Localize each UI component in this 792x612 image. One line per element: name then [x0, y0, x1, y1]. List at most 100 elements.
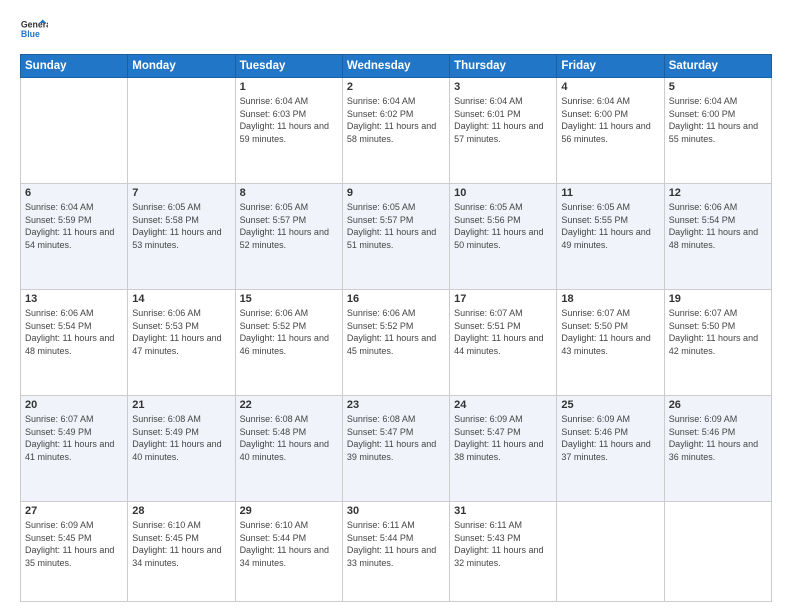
- calendar-cell: 25 Sunrise: 6:09 AMSunset: 5:46 PMDayligh…: [557, 396, 664, 502]
- calendar-cell: 12 Sunrise: 6:06 AMSunset: 5:54 PMDayligh…: [664, 184, 771, 290]
- day-number: 1: [240, 81, 338, 93]
- calendar-cell: 6 Sunrise: 6:04 AMSunset: 5:59 PMDaylight…: [21, 184, 128, 290]
- day-number: 11: [561, 187, 659, 199]
- day-number: 9: [347, 187, 445, 199]
- calendar-cell: 16 Sunrise: 6:06 AMSunset: 5:52 PMDayligh…: [342, 290, 449, 396]
- calendar-cell: 28 Sunrise: 6:10 AMSunset: 5:45 PMDayligh…: [128, 502, 235, 602]
- day-number: 21: [132, 399, 230, 411]
- svg-text:Blue: Blue: [21, 29, 40, 39]
- day-number: 10: [454, 187, 552, 199]
- day-number: 5: [669, 81, 767, 93]
- calendar-cell: 17 Sunrise: 6:07 AMSunset: 5:51 PMDayligh…: [450, 290, 557, 396]
- day-info: Sunrise: 6:04 AMSunset: 6:02 PMDaylight:…: [347, 95, 445, 145]
- day-number: 8: [240, 187, 338, 199]
- day-info: Sunrise: 6:05 AMSunset: 5:55 PMDaylight:…: [561, 201, 659, 251]
- calendar-cell: 30 Sunrise: 6:11 AMSunset: 5:44 PMDayligh…: [342, 502, 449, 602]
- calendar-cell: 11 Sunrise: 6:05 AMSunset: 5:55 PMDayligh…: [557, 184, 664, 290]
- week-row-3: 13 Sunrise: 6:06 AMSunset: 5:54 PMDayligh…: [21, 290, 772, 396]
- day-number: 2: [347, 81, 445, 93]
- day-info: Sunrise: 6:08 AMSunset: 5:47 PMDaylight:…: [347, 413, 445, 463]
- day-number: 24: [454, 399, 552, 411]
- day-number: 18: [561, 293, 659, 305]
- day-number: 30: [347, 505, 445, 517]
- day-info: Sunrise: 6:07 AMSunset: 5:51 PMDaylight:…: [454, 307, 552, 357]
- day-info: Sunrise: 6:04 AMSunset: 6:00 PMDaylight:…: [669, 95, 767, 145]
- calendar-cell: [21, 78, 128, 184]
- day-info: Sunrise: 6:08 AMSunset: 5:48 PMDaylight:…: [240, 413, 338, 463]
- day-info: Sunrise: 6:06 AMSunset: 5:54 PMDaylight:…: [25, 307, 123, 357]
- day-info: Sunrise: 6:11 AMSunset: 5:43 PMDaylight:…: [454, 519, 552, 569]
- calendar-cell: 2 Sunrise: 6:04 AMSunset: 6:02 PMDaylight…: [342, 78, 449, 184]
- calendar-cell: 21 Sunrise: 6:08 AMSunset: 5:49 PMDayligh…: [128, 396, 235, 502]
- week-row-2: 6 Sunrise: 6:04 AMSunset: 5:59 PMDaylight…: [21, 184, 772, 290]
- calendar-cell: 10Sunrise: 6:05 AMSunset: 5:56 PMDayligh…: [450, 184, 557, 290]
- calendar-cell: 26Sunrise: 6:09 AMSunset: 5:46 PMDayligh…: [664, 396, 771, 502]
- calendar-cell: 27 Sunrise: 6:09 AMSunset: 5:45 PMDayligh…: [21, 502, 128, 602]
- col-header-tuesday: Tuesday: [235, 55, 342, 78]
- col-header-sunday: Sunday: [21, 55, 128, 78]
- day-info: Sunrise: 6:11 AMSunset: 5:44 PMDaylight:…: [347, 519, 445, 569]
- calendar-cell: 22 Sunrise: 6:08 AMSunset: 5:48 PMDayligh…: [235, 396, 342, 502]
- week-row-5: 27 Sunrise: 6:09 AMSunset: 5:45 PMDayligh…: [21, 502, 772, 602]
- day-number: 4: [561, 81, 659, 93]
- col-header-wednesday: Wednesday: [342, 55, 449, 78]
- calendar-cell: 4Sunrise: 6:04 AMSunset: 6:00 PMDaylight…: [557, 78, 664, 184]
- calendar-cell: 1 Sunrise: 6:04 AMSunset: 6:03 PMDaylight…: [235, 78, 342, 184]
- logo-icon: General Blue: [20, 16, 48, 44]
- day-info: Sunrise: 6:07 AMSunset: 5:50 PMDaylight:…: [561, 307, 659, 357]
- calendar-cell: 15 Sunrise: 6:06 AMSunset: 5:52 PMDayligh…: [235, 290, 342, 396]
- day-info: Sunrise: 6:06 AMSunset: 5:54 PMDaylight:…: [669, 201, 767, 251]
- page: General Blue SundayMondayTuesdayWednesda…: [0, 0, 792, 612]
- calendar-cell: [128, 78, 235, 184]
- day-number: 3: [454, 81, 552, 93]
- calendar-cell: [557, 502, 664, 602]
- day-info: Sunrise: 6:09 AMSunset: 5:46 PMDaylight:…: [561, 413, 659, 463]
- logo: General Blue: [20, 16, 54, 44]
- calendar-cell: 7Sunrise: 6:05 AMSunset: 5:58 PMDaylight…: [128, 184, 235, 290]
- day-number: 16: [347, 293, 445, 305]
- day-number: 17: [454, 293, 552, 305]
- day-info: Sunrise: 6:10 AMSunset: 5:44 PMDaylight:…: [240, 519, 338, 569]
- day-info: Sunrise: 6:09 AMSunset: 5:45 PMDaylight:…: [25, 519, 123, 569]
- day-info: Sunrise: 6:05 AMSunset: 5:57 PMDaylight:…: [240, 201, 338, 251]
- col-header-thursday: Thursday: [450, 55, 557, 78]
- day-info: Sunrise: 6:06 AMSunset: 5:52 PMDaylight:…: [347, 307, 445, 357]
- col-header-monday: Monday: [128, 55, 235, 78]
- calendar-header-row: SundayMondayTuesdayWednesdayThursdayFrid…: [21, 55, 772, 78]
- calendar-cell: 31 Sunrise: 6:11 AMSunset: 5:43 PMDayligh…: [450, 502, 557, 602]
- day-info: Sunrise: 6:05 AMSunset: 5:57 PMDaylight:…: [347, 201, 445, 251]
- col-header-friday: Friday: [557, 55, 664, 78]
- day-number: 26: [669, 399, 767, 411]
- day-info: Sunrise: 6:05 AMSunset: 5:58 PMDaylight:…: [132, 201, 230, 251]
- day-number: 13: [25, 293, 123, 305]
- day-number: 20: [25, 399, 123, 411]
- day-number: 25: [561, 399, 659, 411]
- day-number: 12: [669, 187, 767, 199]
- day-number: 28: [132, 505, 230, 517]
- calendar-cell: 19Sunrise: 6:07 AMSunset: 5:50 PMDayligh…: [664, 290, 771, 396]
- day-number: 22: [240, 399, 338, 411]
- day-info: Sunrise: 6:08 AMSunset: 5:49 PMDaylight:…: [132, 413, 230, 463]
- col-header-saturday: Saturday: [664, 55, 771, 78]
- calendar-cell: 13 Sunrise: 6:06 AMSunset: 5:54 PMDayligh…: [21, 290, 128, 396]
- day-info: Sunrise: 6:04 AMSunset: 6:03 PMDaylight:…: [240, 95, 338, 145]
- day-number: 23: [347, 399, 445, 411]
- day-number: 31: [454, 505, 552, 517]
- day-number: 6: [25, 187, 123, 199]
- day-number: 15: [240, 293, 338, 305]
- day-info: Sunrise: 6:09 AMSunset: 5:47 PMDaylight:…: [454, 413, 552, 463]
- day-info: Sunrise: 6:06 AMSunset: 5:53 PMDaylight:…: [132, 307, 230, 357]
- day-number: 14: [132, 293, 230, 305]
- day-info: Sunrise: 6:10 AMSunset: 5:45 PMDaylight:…: [132, 519, 230, 569]
- calendar-cell: 3 Sunrise: 6:04 AMSunset: 6:01 PMDaylight…: [450, 78, 557, 184]
- day-number: 19: [669, 293, 767, 305]
- day-info: Sunrise: 6:04 AMSunset: 5:59 PMDaylight:…: [25, 201, 123, 251]
- day-info: Sunrise: 6:04 AMSunset: 6:01 PMDaylight:…: [454, 95, 552, 145]
- calendar-cell: 20Sunrise: 6:07 AMSunset: 5:49 PMDayligh…: [21, 396, 128, 502]
- calendar-cell: 8 Sunrise: 6:05 AMSunset: 5:57 PMDaylight…: [235, 184, 342, 290]
- calendar-cell: 18 Sunrise: 6:07 AMSunset: 5:50 PMDayligh…: [557, 290, 664, 396]
- day-info: Sunrise: 6:06 AMSunset: 5:52 PMDaylight:…: [240, 307, 338, 357]
- day-number: 27: [25, 505, 123, 517]
- calendar-cell: 29Sunrise: 6:10 AMSunset: 5:44 PMDayligh…: [235, 502, 342, 602]
- calendar-cell: 9 Sunrise: 6:05 AMSunset: 5:57 PMDaylight…: [342, 184, 449, 290]
